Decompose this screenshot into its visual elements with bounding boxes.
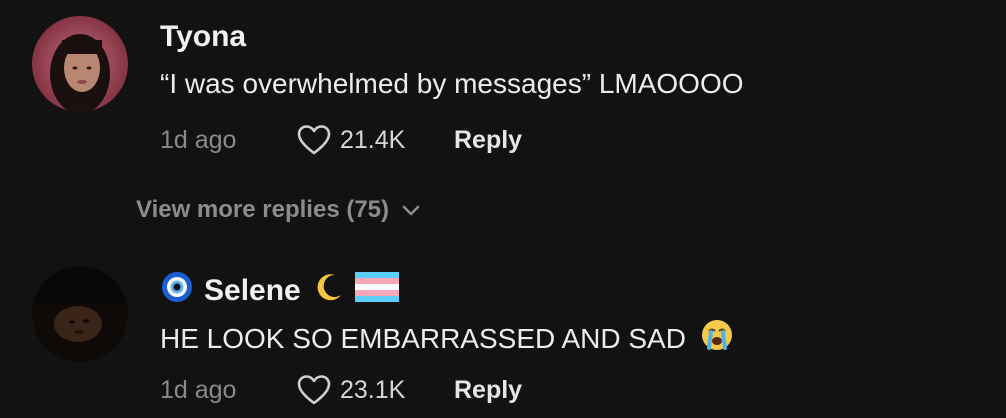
username[interactable]: Tyona [160,20,246,54]
comment-actions: 1d ago 21.4K Reply [160,120,522,160]
reply-button[interactable]: Reply [454,376,522,405]
username-label[interactable]: Selene [204,274,301,308]
like-button[interactable]: 23.1K [296,374,454,406]
crescent-moon-icon [311,270,345,312]
comment-actions: 1d ago 23.1K Reply [160,370,522,410]
chevron-down-icon[interactable] [401,196,421,224]
username-label[interactable]: Tyona [160,20,246,54]
like-count: 23.1K [340,375,406,404]
comment-text: “I was overwhelmed by messages” LMAOOOO [160,68,744,100]
nazar-amulet-icon [160,270,194,312]
timestamp: 1d ago [160,375,237,404]
comment-item: Tyona “I was overwhelmed by messages” LM… [0,0,1006,223]
comment-text: HE LOOK SO EMBARRASSED AND SAD [160,318,734,359]
comment-text-label: HE LOOK SO EMBARRASSED AND SAD [160,322,686,354]
heart-outline-icon[interactable] [296,374,332,406]
loudly-crying-face-icon [700,318,734,359]
comment-item: Selene HE LOOK SO EMBARRASSED AND SAD 1d… [0,250,1006,418]
comment-text-label: “I was overwhelmed by messages” LMAOOOO [160,68,744,99]
view-more-replies-label[interactable]: View more replies (75) [136,196,389,224]
like-button[interactable]: 21.4K [296,124,454,156]
like-count: 21.4K [340,125,406,154]
reply-button[interactable]: Reply [454,126,522,155]
username[interactable]: Selene [160,270,399,312]
transgender-flag-icon [354,272,399,310]
heart-outline-icon[interactable] [296,124,332,156]
view-more-replies-button[interactable]: View more replies (75) [136,196,421,224]
avatar[interactable] [32,16,128,112]
timestamp: 1d ago [160,125,237,154]
avatar[interactable] [32,266,128,362]
